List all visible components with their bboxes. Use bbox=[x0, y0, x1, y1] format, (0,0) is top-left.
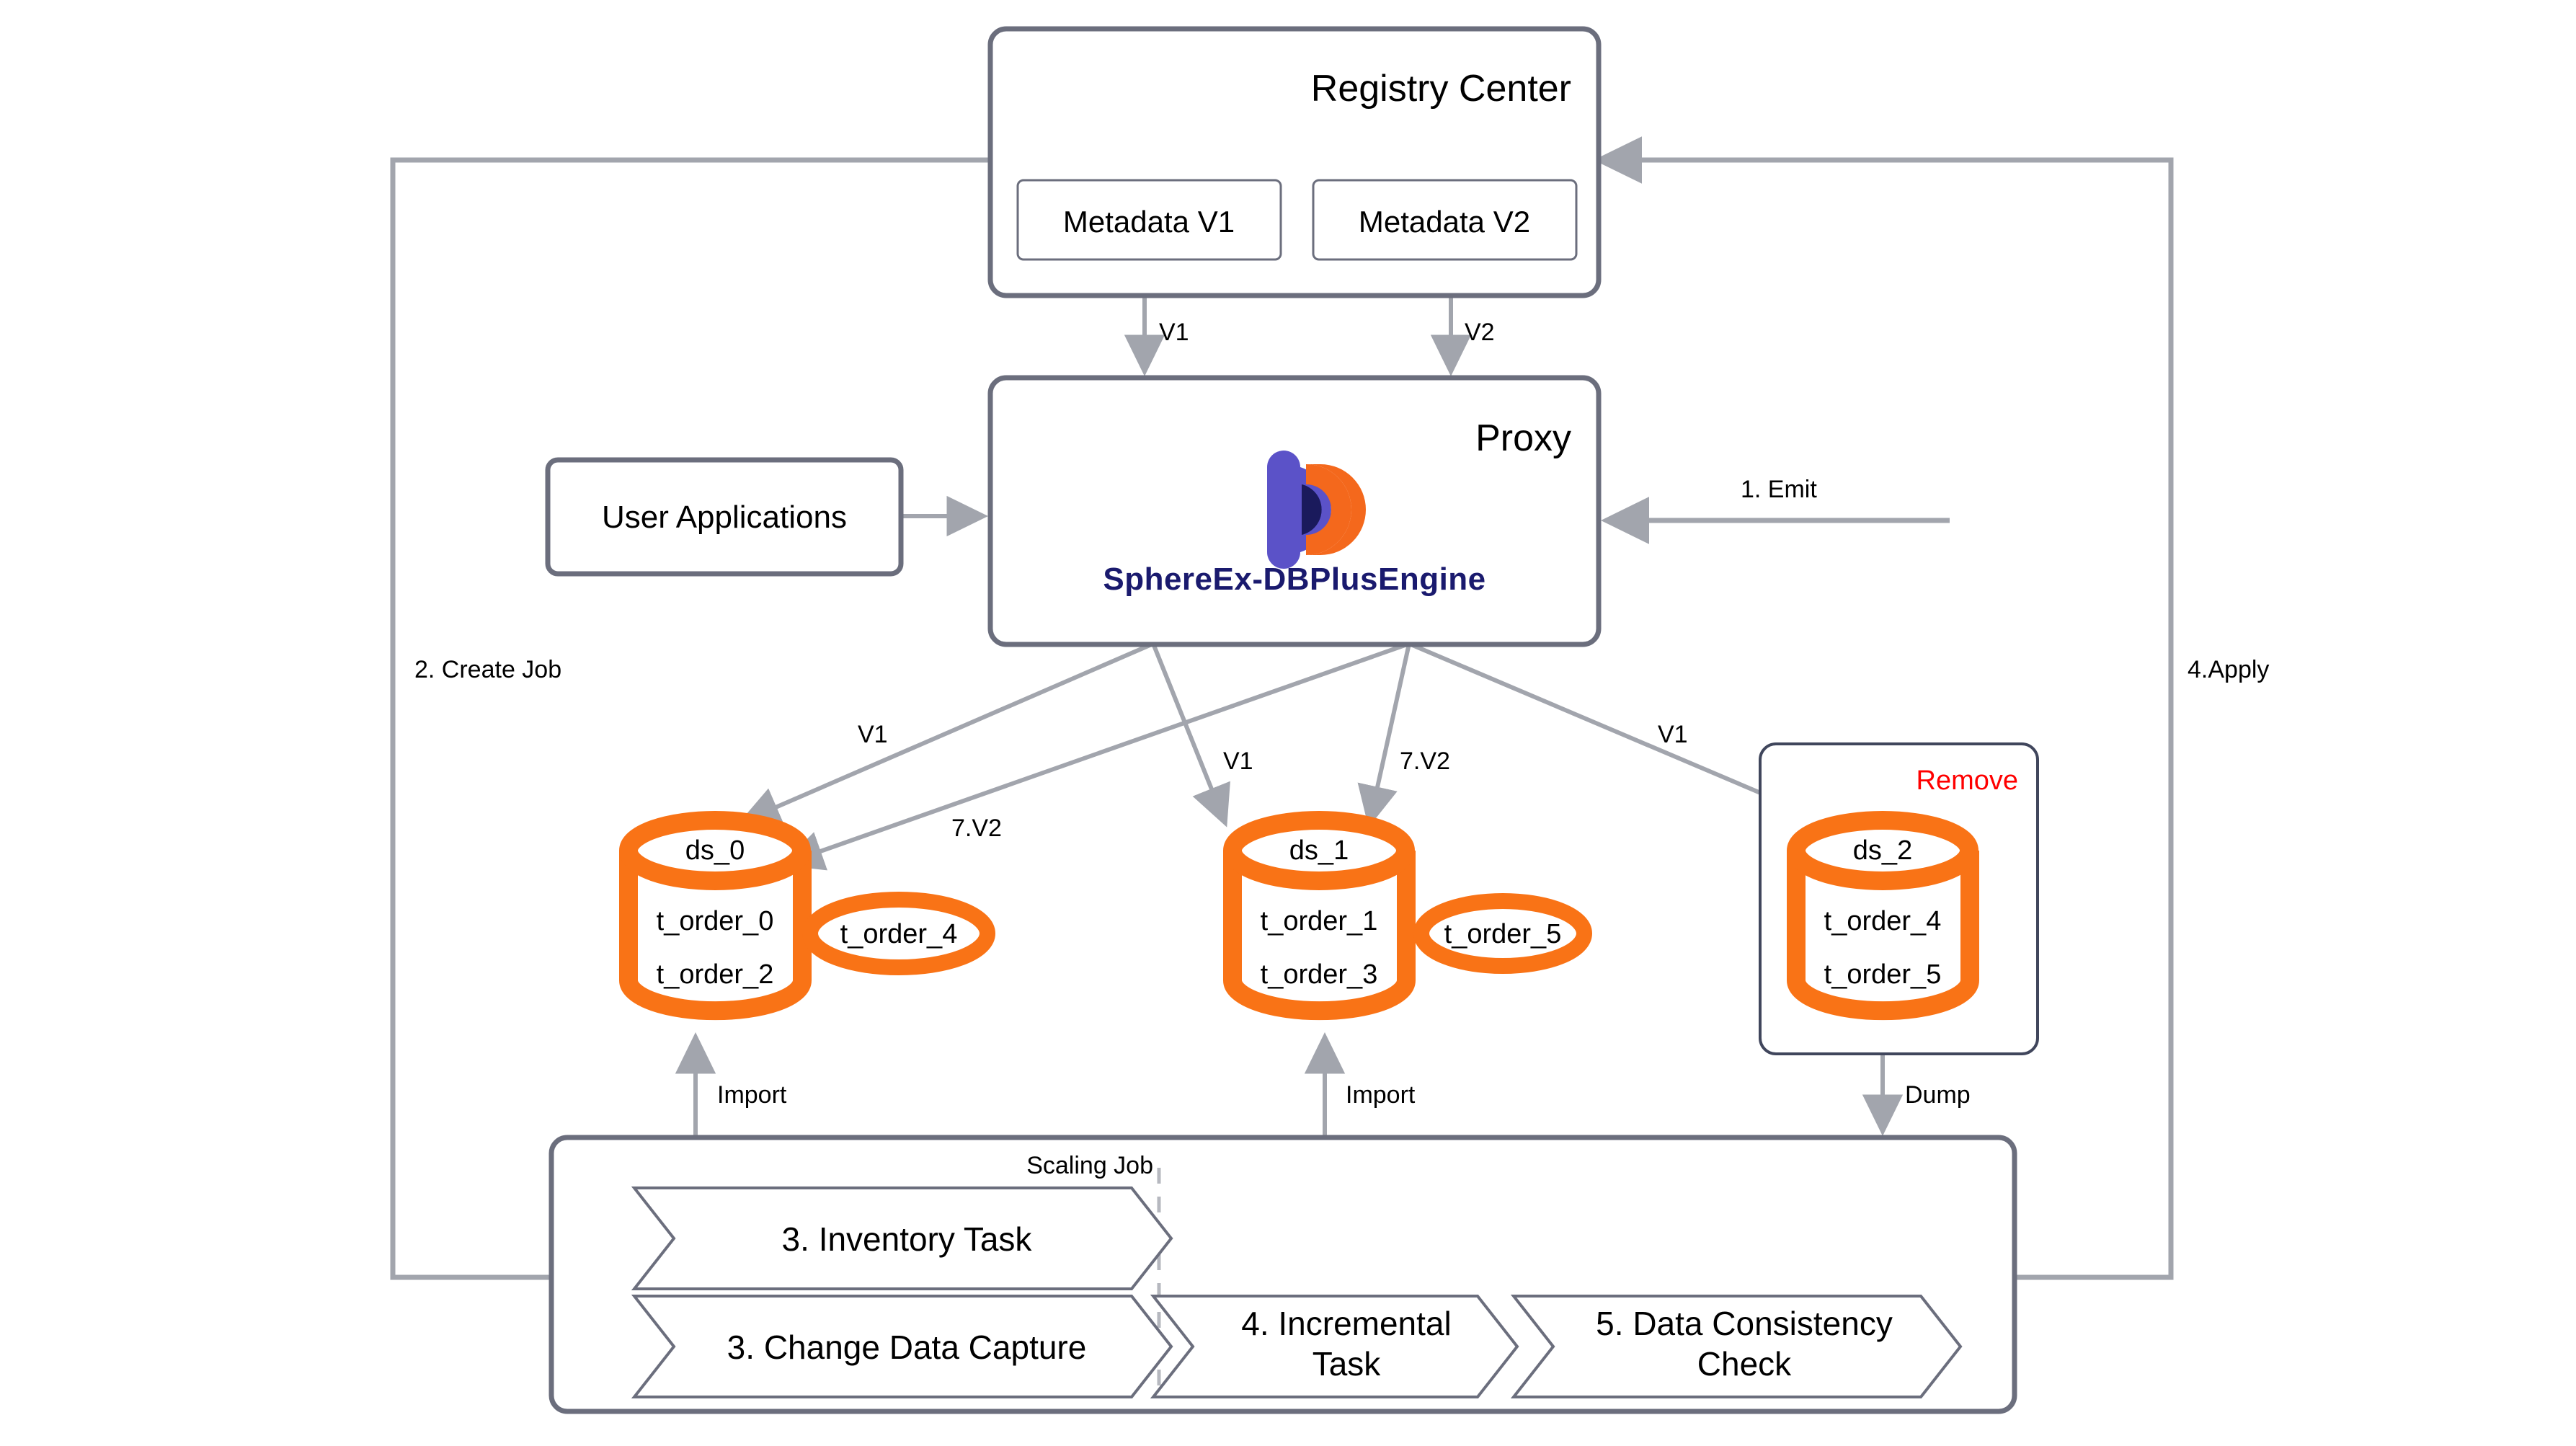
ds1-table-1: t_order_3 bbox=[1261, 959, 1378, 990]
edge-label-registry-v1: V1 bbox=[1159, 319, 1189, 346]
ds1-satellite-table[interactable]: t_order_5 bbox=[1413, 893, 1592, 974]
ds1-satellite-label: t_order_5 bbox=[1444, 919, 1562, 949]
scaling-job-title: Scaling Job bbox=[1026, 1152, 1153, 1179]
ds2-table-1: t_order_5 bbox=[1824, 959, 1942, 990]
registry-center-title: Registry Center bbox=[1311, 68, 1571, 110]
edge-label-ds1-v2: 7.V2 bbox=[1400, 748, 1450, 775]
task-incremental[interactable]: 4. Incremental Task bbox=[1150, 1295, 1519, 1398]
architecture-diagram: Registry Center Metadata V1 Metadata V2 … bbox=[0, 0, 2576, 1446]
datasource-ds1[interactable]: ds_1 t_order_1 t_order_3 t_order_5 bbox=[1223, 811, 1592, 1021]
ds0-table-0: t_order_0 bbox=[657, 906, 774, 936]
task-incremental-label-line2: Task bbox=[1313, 1345, 1382, 1383]
metadata-v1-label: Metadata V1 bbox=[1063, 205, 1235, 239]
edge-label-apply: 4.Apply bbox=[2188, 656, 2269, 683]
ds1-table-0: t_order_1 bbox=[1261, 906, 1378, 936]
edge-proxy-ds0-v1 bbox=[738, 642, 1155, 826]
ds1-name: ds_1 bbox=[1289, 835, 1349, 866]
edge-label-dump-ds2: Dump bbox=[1905, 1081, 1971, 1109]
user-applications-label: User Applications bbox=[602, 500, 847, 535]
edge-label-ds0-v2: 7.V2 bbox=[951, 815, 1002, 842]
metadata-v2-label: Metadata V2 bbox=[1359, 205, 1530, 239]
edge-label-emit: 1. Emit bbox=[1741, 476, 1817, 503]
proxy-brand-label: SphereEx-DBPlusEngine bbox=[1103, 562, 1485, 597]
edge-label-registry-v2: V2 bbox=[1465, 319, 1495, 346]
datasource-ds2-group[interactable]: Remove ds_2 t_order_4 t_order_5 bbox=[1759, 742, 2039, 1055]
edge-proxy-ds1-v1 bbox=[1151, 642, 1230, 828]
task-change-data-capture[interactable]: 3. Change Data Capture bbox=[631, 1295, 1173, 1398]
edge-label-create-job: 2. Create Job bbox=[414, 656, 561, 683]
edge-proxy-ds0-v2 bbox=[781, 642, 1410, 871]
metadata-v2-box[interactable]: Metadata V2 bbox=[1312, 179, 1578, 261]
user-applications-box[interactable]: User Applications bbox=[545, 457, 904, 577]
registry-center-box[interactable]: Registry Center Metadata V1 Metadata V2 bbox=[987, 26, 1602, 298]
edge-label-ds1-v1: V1 bbox=[1223, 748, 1253, 775]
task-inventory-label: 3. Inventory Task bbox=[782, 1220, 1033, 1258]
task-inventory[interactable]: 3. Inventory Task bbox=[631, 1186, 1173, 1290]
task-dcc-label-line1: 5. Data Consistency bbox=[1596, 1305, 1893, 1342]
task-dcc-label-line2: Check bbox=[1697, 1345, 1792, 1383]
edge-label-ds0-v1: V1 bbox=[858, 721, 888, 748]
edge-label-ds2-v1: V1 bbox=[1658, 721, 1688, 748]
ds2-remove-label: Remove bbox=[1917, 766, 2019, 796]
datasource-ds0[interactable]: ds_0 t_order_0 t_order_2 t_order_4 bbox=[619, 811, 995, 1021]
metadata-v1-box[interactable]: Metadata V1 bbox=[1016, 179, 1282, 261]
edge-label-import-ds0: Import bbox=[717, 1081, 787, 1109]
proxy-title: Proxy bbox=[1475, 417, 1571, 459]
ds0-name: ds_0 bbox=[685, 835, 745, 866]
ds2-table-0: t_order_4 bbox=[1824, 906, 1942, 936]
ds0-satellite-table[interactable]: t_order_4 bbox=[802, 892, 995, 975]
task-incremental-label-line1: 4. Incremental bbox=[1241, 1305, 1451, 1342]
task-data-consistency-check[interactable]: 5. Data Consistency Check bbox=[1510, 1295, 1963, 1398]
task-change-data-capture-label: 3. Change Data Capture bbox=[727, 1329, 1087, 1366]
ds2-name: ds_2 bbox=[1853, 835, 1912, 866]
edge-proxy-ds1-v2 bbox=[1357, 643, 1411, 828]
edge-create-job bbox=[390, 157, 990, 1301]
ds0-table-1: t_order_2 bbox=[657, 959, 774, 990]
ds0-satellite-label: t_order_4 bbox=[840, 919, 958, 949]
proxy-box[interactable]: Proxy SphereEx-DBPlusEngine bbox=[987, 375, 1602, 647]
scaling-job-box[interactable]: Scaling Job 3. Inventory Task 3. Change … bbox=[548, 1135, 2017, 1414]
edge-label-import-ds1: Import bbox=[1346, 1081, 1416, 1109]
